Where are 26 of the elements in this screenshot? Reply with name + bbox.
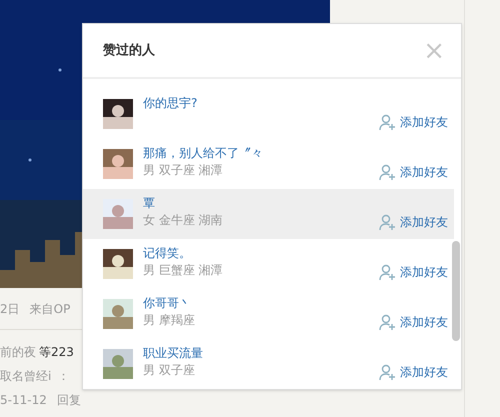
add-user-icon	[379, 364, 396, 380]
add-friend-button[interactable]: 添加好友	[379, 263, 448, 281]
user-name[interactable]: 职业买流量	[143, 345, 379, 362]
add-friend-button[interactable]: 添加好友	[379, 163, 448, 181]
user-info: 男 摩羯座	[143, 312, 196, 329]
meta-text: 前的夜	[0, 344, 36, 361]
add-user-icon	[379, 264, 396, 280]
add-friend-button[interactable]: 添加好友	[379, 363, 448, 381]
meta-text: ：	[57, 368, 70, 385]
meta-text: 来自OP	[30, 301, 70, 318]
meta-text: 5-11-12	[0, 392, 47, 409]
add-friend-button[interactable]: 添加好友	[379, 213, 448, 231]
user-info: 男 双子座	[143, 362, 196, 379]
meta-text: 等223	[39, 344, 74, 361]
meta-text: 回复	[56, 392, 81, 409]
add-user-icon	[379, 314, 396, 330]
meta-text: 2日	[0, 301, 20, 318]
user-row[interactable]: 职业买流量 男 双子座 添加好友	[83, 339, 454, 389]
scrollbar[interactable]	[452, 241, 460, 341]
add-friend-button[interactable]: 添加好友	[379, 113, 448, 131]
add-user-icon	[379, 164, 396, 180]
user-name[interactable]: 你哥哥丶	[143, 295, 379, 312]
add-user-icon	[379, 114, 396, 130]
meta-text: 取名曾经i	[0, 368, 52, 385]
add-user-icon	[379, 214, 396, 230]
add-friend-button[interactable]: 添加好友	[379, 313, 448, 331]
